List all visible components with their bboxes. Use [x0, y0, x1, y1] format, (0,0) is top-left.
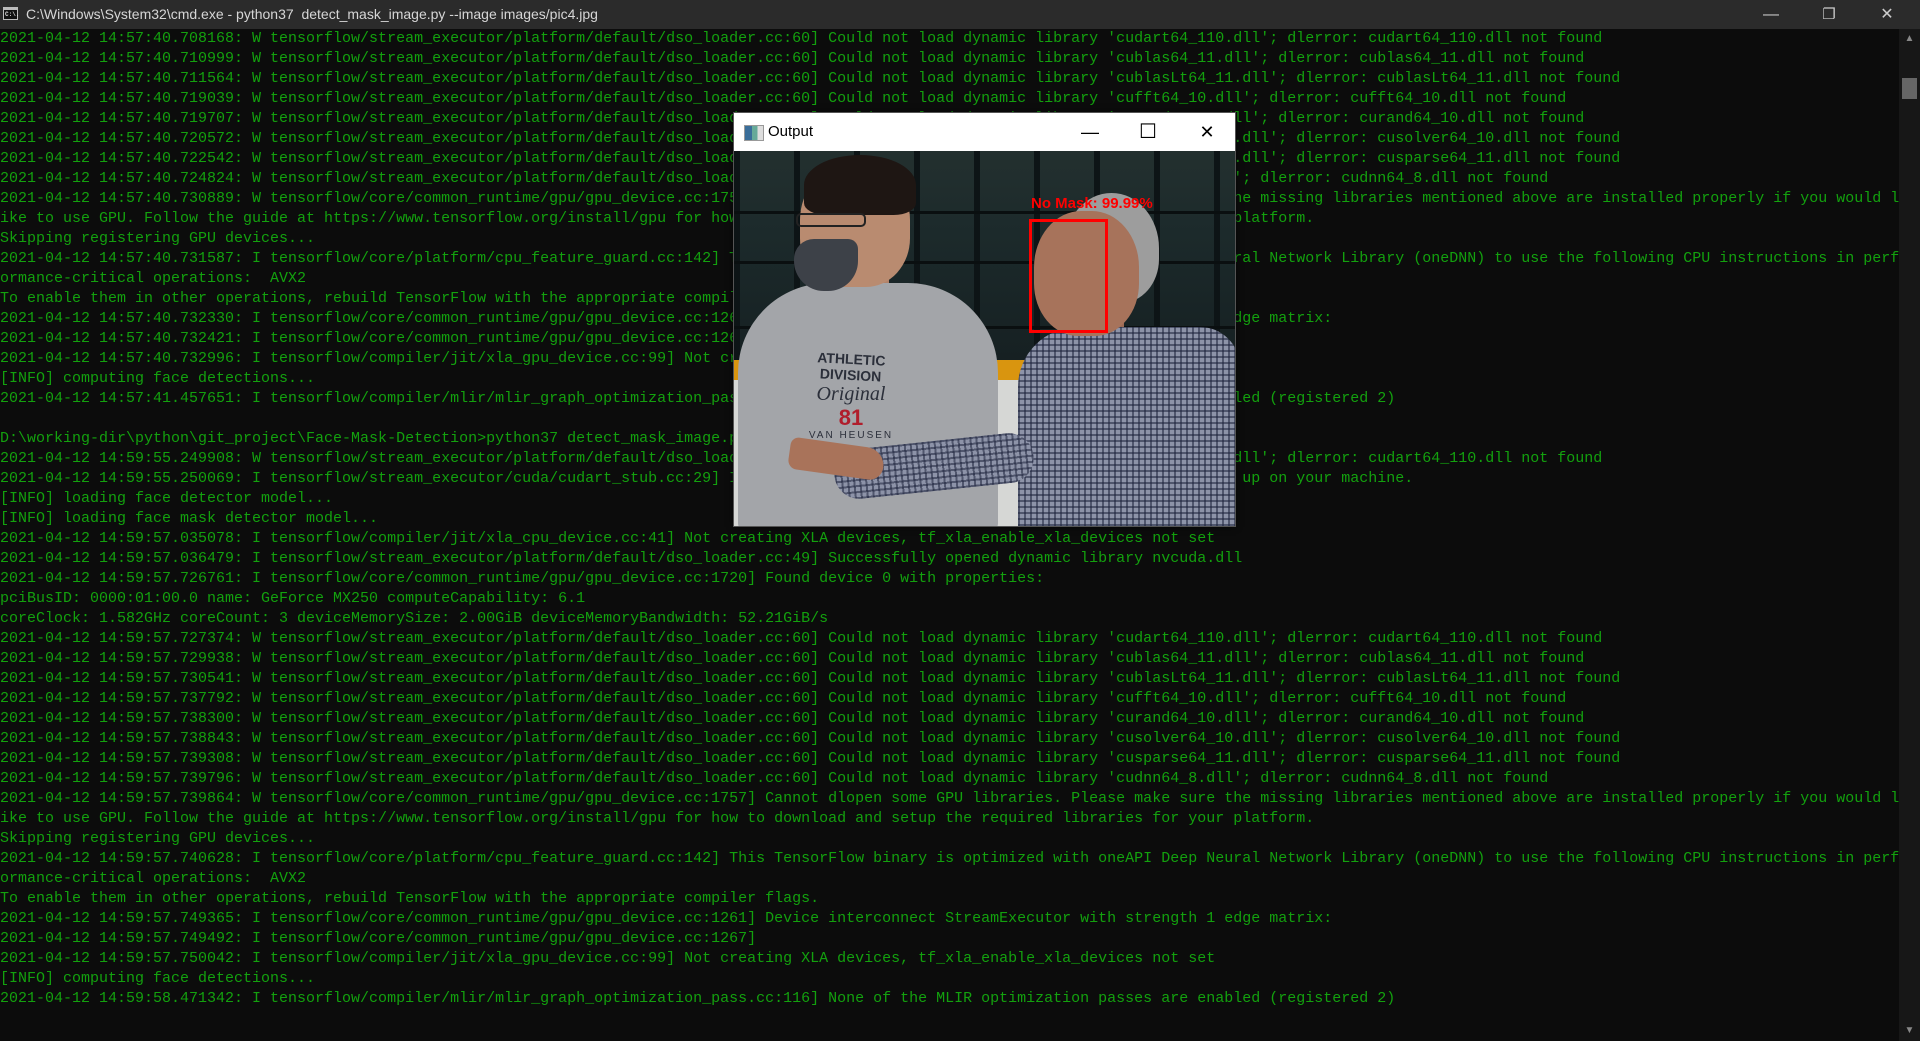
detection-label: No Mask: 99.99%	[1031, 195, 1153, 212]
terminal-line: 2021-04-12 14:59:57.749365: I tensorflow…	[0, 910, 1333, 927]
scroll-down-arrow-icon[interactable]: ▼	[1899, 1021, 1920, 1041]
terminal-line: 2021-04-12 14:59:57.035078: I tensorflow…	[0, 530, 1216, 547]
terminal-line: 2021-04-12 14:59:57.739796: W tensorflow…	[0, 770, 1549, 787]
terminal-line: To enable them in other operations, rebu…	[0, 890, 820, 907]
terminal-line: 2021-04-12 14:59:57.739864: W tensorflow…	[0, 790, 1899, 807]
vertical-scrollbar[interactable]: ▲ ▼	[1899, 29, 1920, 1041]
terminal-line: Skipping registering GPU devices...	[0, 830, 316, 847]
terminal-line: 2021-04-12 14:59:57.739308: W tensorflow…	[0, 750, 1621, 767]
terminal-line: 2021-04-12 14:59:58.471342: I tensorflow…	[0, 990, 1396, 1007]
person-right-shirt	[1018, 327, 1235, 526]
terminal-line: 2021-04-12 14:59:57.740628: I tensorflow…	[0, 850, 1899, 867]
terminal-line: 2021-04-12 14:59:57.729938: W tensorflow…	[0, 650, 1585, 667]
sweater-print: ATHLETIC DIVISION Original 81 VAN HEUSEN	[808, 349, 894, 441]
output-window[interactable]: Output — ☐ ✕ ATHLETIC DIVISION Original …	[733, 112, 1236, 527]
scroll-thumb[interactable]	[1902, 78, 1917, 99]
output-close-button[interactable]: ✕	[1184, 113, 1230, 151]
terminal-line: 2021-04-12 14:57:40.710999: W tensorflow…	[0, 50, 1585, 67]
output-maximize-button[interactable]: ☐	[1125, 113, 1171, 151]
terminal-line: ormance-critical operations: AVX2	[0, 870, 307, 887]
person-left-hair	[804, 155, 916, 215]
window-title: C:\Windows\System32\cmd.exe - python37 d…	[26, 6, 598, 22]
minimize-button[interactable]: —	[1742, 0, 1800, 29]
person-left-glasses	[796, 213, 866, 227]
detection-image: ATHLETIC DIVISION Original 81 VAN HEUSEN…	[734, 151, 1235, 526]
console-title-bar[interactable]: C:\. C:\Windows\System32\cmd.exe - pytho…	[0, 0, 1920, 29]
scroll-up-arrow-icon[interactable]: ▲	[1899, 29, 1920, 49]
terminal-line: 2021-04-12 14:59:57.737792: W tensorflow…	[0, 690, 1567, 707]
terminal-line: [INFO] computing face detections...	[0, 970, 316, 987]
terminal-line: 2021-04-12 14:59:57.738843: W tensorflow…	[0, 730, 1621, 747]
terminal-line: 2021-04-12 14:59:57.749492: I tensorflow…	[0, 930, 757, 947]
terminal-line: 2021-04-12 14:57:40.719039: W tensorflow…	[0, 90, 1567, 107]
terminal-line: 2021-04-12 14:59:57.750042: I tensorflow…	[0, 950, 1216, 967]
terminal-line: 2021-04-12 14:59:57.726761: I tensorflow…	[0, 570, 1045, 587]
terminal-line: 2021-04-12 14:59:57.036479: I tensorflow…	[0, 550, 1243, 567]
cmd-icon: C:\.	[3, 7, 19, 20]
face-detection-box	[1029, 219, 1108, 333]
restore-button[interactable]: ❐	[1800, 0, 1858, 29]
terminal-line: coreClock: 1.582GHz coreCount: 3 deviceM…	[0, 610, 829, 627]
output-title-bar[interactable]: Output — ☐ ✕	[734, 113, 1235, 151]
terminal-line: ike to use GPU. Follow the guide at http…	[0, 810, 1315, 827]
terminal-line: 2021-04-12 14:57:40.708168: W tensorflow…	[0, 30, 1603, 47]
terminal-line: 2021-04-12 14:59:57.738300: W tensorflow…	[0, 710, 1585, 727]
terminal-line: 2021-04-12 14:57:40.711564: W tensorflow…	[0, 70, 1621, 87]
terminal-line: 2021-04-12 14:59:57.727374: W tensorflow…	[0, 630, 1603, 647]
terminal-line: pciBusID: 0000:01:00.0 name: GeForce MX2…	[0, 590, 586, 607]
close-button[interactable]: ✕	[1858, 0, 1916, 29]
terminal-line: 2021-04-12 14:59:57.730541: W tensorflow…	[0, 670, 1621, 687]
output-minimize-button[interactable]: —	[1067, 113, 1113, 151]
image-window-icon	[744, 125, 764, 141]
output-window-title: Output	[768, 123, 814, 140]
